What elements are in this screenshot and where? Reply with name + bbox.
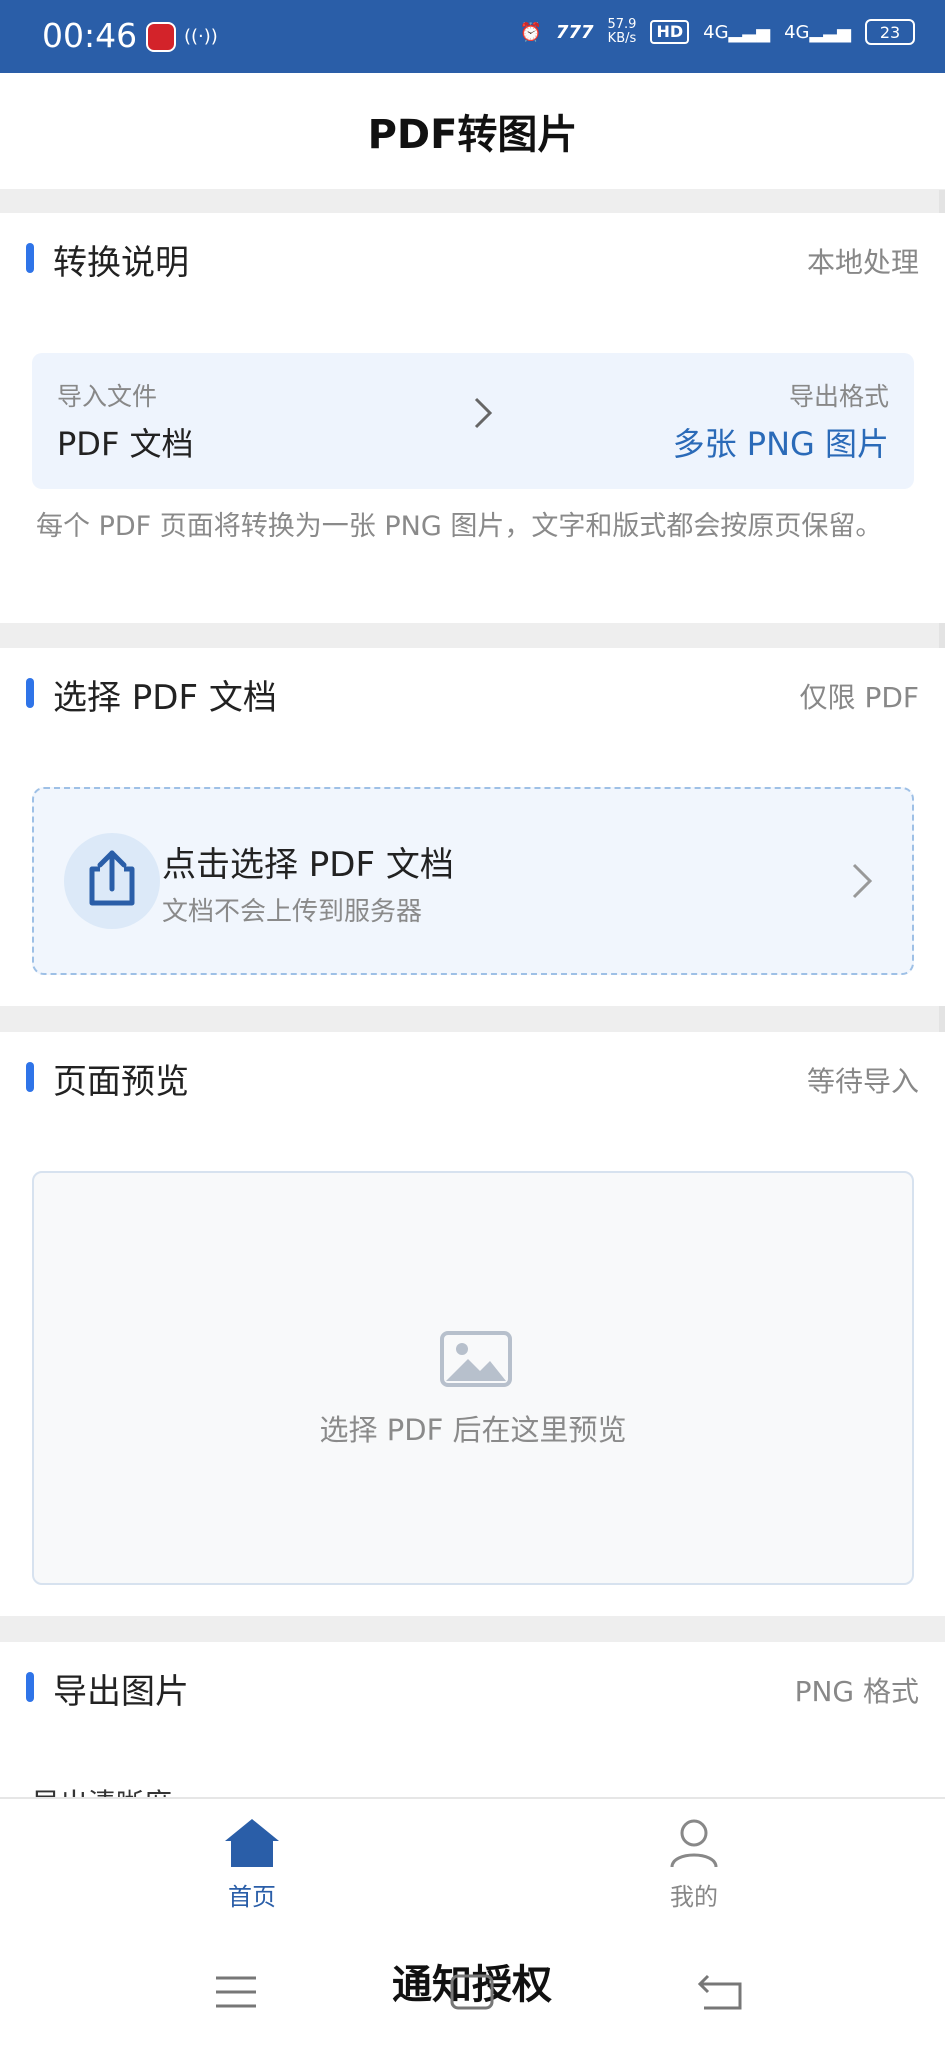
preview-area: 选择 PDF 后在这里预览 bbox=[32, 1171, 914, 1585]
image-placeholder-icon bbox=[440, 1331, 512, 1387]
signal-1-icon: 4G▂▃▅ bbox=[703, 21, 771, 43]
music-app-icon bbox=[146, 22, 176, 52]
select-title: 选择 PDF 文档 bbox=[53, 678, 277, 718]
speed-value: 57.9 bbox=[607, 17, 637, 32]
signal-2-icon: 4G▂▃▅ bbox=[784, 21, 851, 43]
conversion-note: 每个 PDF 页面将转换为一张 PNG 图片，文字和版式都会按原页保留。 bbox=[36, 511, 883, 542]
vpn-icon: 777 bbox=[555, 21, 594, 43]
select-card: 选择 PDF 文档 仅限 PDF 点击选择 PDF 文档 文档不会上传到服务器 bbox=[0, 648, 945, 1006]
preview-header: 页面预览 等待导入 bbox=[0, 1032, 945, 1142]
page-title: PDF转图片 bbox=[367, 112, 578, 158]
status-bar: 00:46 ((·)) ⏰ 777 57.9 KB/s HD 4G▂▃▅ 4G▂… bbox=[0, 0, 945, 73]
export-tag: PNG 格式 bbox=[794, 1675, 919, 1708]
home-icon bbox=[225, 1819, 279, 1867]
tab-home-label: 首页 bbox=[228, 1883, 276, 1911]
notification-permission-sheet: 通知授权 bbox=[42, 1924, 902, 2048]
section-accent-bar bbox=[26, 1062, 34, 1092]
network-speed: 57.9 KB/s bbox=[608, 18, 637, 46]
chevron-right-icon bbox=[852, 863, 873, 899]
pdf-picker-button[interactable]: 点击选择 PDF 文档 文档不会上传到服务器 bbox=[32, 787, 914, 975]
bottom-tab-bar: 首页 我的 bbox=[0, 1797, 945, 1923]
tab-mine[interactable]: 我的 bbox=[634, 1817, 754, 1912]
section-accent-bar bbox=[26, 243, 34, 273]
select-tag: 仅限 PDF bbox=[799, 681, 919, 714]
alarm-icon: ⏰ bbox=[519, 21, 542, 43]
intro-header: 转换说明 本地处理 bbox=[0, 213, 945, 323]
battery-icon: 23 bbox=[865, 19, 915, 45]
status-icons: ⏰ 777 57.9 KB/s HD 4G▂▃▅ 4G▂▃▅ 23 bbox=[519, 18, 915, 46]
status-time: 00:46 bbox=[42, 16, 138, 55]
net1-label: 4G bbox=[703, 21, 729, 43]
export-header: 导出图片 PNG 格式 bbox=[0, 1642, 945, 1752]
speed-unit: KB/s bbox=[607, 31, 637, 46]
hd-voice-icon: HD bbox=[650, 20, 690, 44]
home-square-icon[interactable] bbox=[450, 1974, 494, 2010]
tab-home[interactable]: 首页 bbox=[192, 1817, 312, 1912]
tab-mine-label: 我的 bbox=[670, 1883, 718, 1911]
import-label: 导入文件 bbox=[57, 382, 158, 411]
picker-title: 点击选择 PDF 文档 bbox=[162, 845, 454, 885]
export-format-value: 多张 PNG 图片 bbox=[672, 425, 889, 463]
back-icon[interactable] bbox=[696, 1974, 744, 2010]
arrow-right-icon bbox=[474, 397, 493, 429]
hotspot-icon: ((·)) bbox=[184, 26, 218, 47]
preview-tag: 等待导入 bbox=[806, 1065, 919, 1098]
user-icon bbox=[670, 1819, 718, 1868]
picker-subtitle: 文档不会上传到服务器 bbox=[162, 897, 423, 927]
export-title: 导出图片 bbox=[53, 1672, 189, 1712]
select-header: 选择 PDF 文档 仅限 PDF bbox=[0, 648, 945, 758]
conversion-flow: 导入文件 PDF 文档 导出格式 多张 PNG 图片 bbox=[32, 353, 914, 489]
preview-card: 页面预览 等待导入 选择 PDF 后在这里预览 bbox=[0, 1032, 945, 1616]
intro-card: 转换说明 本地处理 导入文件 PDF 文档 导出格式 多张 PNG 图片 每个 … bbox=[0, 213, 945, 623]
app-header: PDF转图片 bbox=[0, 73, 945, 189]
menu-icon[interactable] bbox=[214, 1974, 258, 2010]
preview-placeholder-text: 选择 PDF 后在这里预览 bbox=[319, 1413, 627, 1447]
section-accent-bar bbox=[26, 1672, 34, 1702]
battery-level: 23 bbox=[879, 22, 901, 42]
export-format-label: 导出格式 bbox=[788, 382, 889, 411]
upload-icon bbox=[64, 833, 160, 929]
preview-title: 页面预览 bbox=[53, 1062, 189, 1102]
section-accent-bar bbox=[26, 678, 34, 708]
intro-title: 转换说明 bbox=[53, 243, 189, 283]
net2-label: 4G bbox=[784, 21, 810, 43]
intro-tag: 本地处理 bbox=[806, 246, 919, 279]
import-value: PDF 文档 bbox=[57, 425, 194, 463]
